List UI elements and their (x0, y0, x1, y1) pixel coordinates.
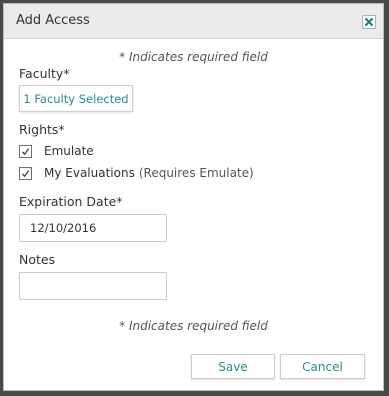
notes-input[interactable] (19, 272, 167, 300)
close-icon (365, 18, 373, 26)
dialog-title: Add Access (16, 13, 90, 28)
emulate-checkbox[interactable] (19, 144, 32, 158)
checkmark-icon (22, 169, 30, 177)
faculty-label: Faculty* (19, 66, 70, 81)
expiration-date-label: Expiration Date* (19, 194, 123, 209)
rights-option-emulate: Emulate (19, 143, 94, 159)
save-button[interactable]: Save (191, 354, 275, 379)
emulate-label: Emulate (44, 144, 94, 158)
required-field-note: * Indicates required field (119, 50, 268, 64)
rights-label: Rights* (19, 122, 65, 137)
notes-label: Notes (19, 252, 56, 267)
my-evaluations-checkbox[interactable] (19, 166, 32, 180)
rights-option-my-evaluations: My Evaluations (Requires Emulate) (19, 165, 254, 181)
required-field-note-footer: * Indicates required field (119, 319, 268, 333)
add-access-dialog: Add Access * Indicates required field Fa… (3, 3, 384, 391)
dialog-titlebar: Add Access (4, 4, 383, 39)
my-evaluations-hint: (Requires Emulate) (138, 166, 254, 180)
cancel-button[interactable]: Cancel (280, 354, 365, 379)
close-button[interactable] (362, 15, 376, 29)
expiration-date-input[interactable] (19, 214, 167, 242)
faculty-select-button[interactable]: 1 Faculty Selected (19, 85, 133, 112)
checkmark-icon (22, 147, 30, 155)
my-evaluations-label: My Evaluations (44, 166, 135, 180)
